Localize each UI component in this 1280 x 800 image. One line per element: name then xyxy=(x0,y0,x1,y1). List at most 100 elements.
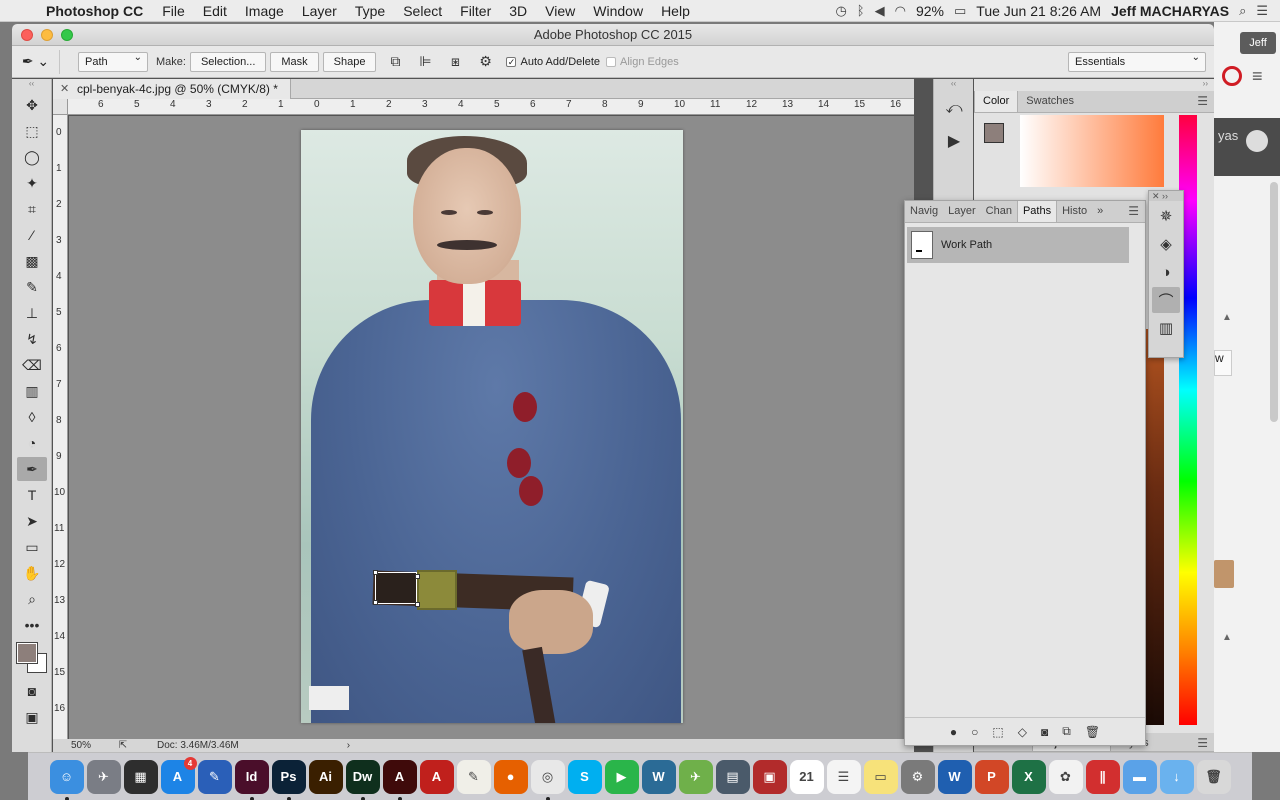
notification-center-icon[interactable]: ☰ xyxy=(1256,3,1268,19)
tab-history[interactable]: Histo xyxy=(1057,201,1092,222)
dock-facetime-icon[interactable]: ▶ xyxy=(604,759,639,794)
make-shape-button[interactable]: Shape xyxy=(322,51,377,72)
load-selection-icon[interactable]: ⬚ xyxy=(992,725,1003,739)
minimize-window-button[interactable] xyxy=(41,29,53,41)
path-anchor-point[interactable] xyxy=(415,574,420,579)
crop-tool-icon[interactable]: ⌗ xyxy=(17,197,47,221)
dock-skype-icon[interactable]: S xyxy=(567,759,602,794)
magic-wand-tool-icon[interactable]: ✦ xyxy=(17,171,47,195)
dock-chrome-icon[interactable]: ◎ xyxy=(530,759,565,800)
path-alignment-icon[interactable]: ⊫ xyxy=(410,53,440,70)
tab-paths[interactable]: Paths xyxy=(1016,201,1058,222)
dodge-tool-icon[interactable]: ◔ xyxy=(17,431,47,455)
document-image[interactable] xyxy=(301,130,683,723)
app-name-menu[interactable]: Photoshop CC xyxy=(40,3,153,19)
quick-mask-icon[interactable]: ◙ xyxy=(17,679,47,703)
tab-channels[interactable]: Chan xyxy=(981,201,1017,222)
dock-trash-icon[interactable]: 🗑 xyxy=(1196,759,1231,794)
dock-photos-icon[interactable]: ✿ xyxy=(1048,759,1083,794)
pen-mode-select[interactable]: Path xyxy=(78,51,148,72)
time-machine-icon[interactable]: ◷ xyxy=(835,3,846,19)
type-tool-icon[interactable]: T xyxy=(17,483,47,507)
layers-panel-icon[interactable]: ◈ xyxy=(1152,231,1180,257)
tool-preset-pen-icon[interactable]: ✒ ⌄ xyxy=(12,49,60,74)
screen-mode-icon[interactable]: ▣ xyxy=(17,705,47,729)
dock-launchpad-icon[interactable]: ✈ xyxy=(86,759,121,794)
battery-percent[interactable]: 92% xyxy=(916,3,944,19)
marquee-tool-icon[interactable]: ⬚ xyxy=(17,119,47,143)
profile-button[interactable]: Jeff xyxy=(1240,32,1276,54)
bluetooth-icon[interactable]: ᛒ xyxy=(857,3,865,18)
path-selection-tool-icon[interactable]: ➤ xyxy=(17,509,47,533)
menu-select[interactable]: Select xyxy=(394,3,451,19)
make-mask-button[interactable]: Mask xyxy=(270,51,319,72)
path-anchor-point[interactable] xyxy=(373,570,378,575)
dock-applications-icon[interactable]: ▬ xyxy=(1122,759,1157,794)
move-tool-icon[interactable]: ✥ xyxy=(17,93,47,117)
foreground-color-swatch[interactable] xyxy=(16,642,38,664)
brush-tool-icon[interactable]: ✎ xyxy=(17,275,47,299)
vertical-ruler[interactable]: 0 1 2 3 4 5 6 7 8 9 10 11 12 13 14 15 16 xyxy=(53,115,68,739)
path-operations-icon[interactable]: ⧉ xyxy=(380,53,410,70)
bottom-panel-menu-icon[interactable]: ☰ xyxy=(1197,736,1208,750)
more-tools-icon[interactable]: ••• xyxy=(17,613,47,637)
path-arrangement-icon[interactable]: ⧆ xyxy=(440,53,470,70)
tab-swatches[interactable]: Swatches xyxy=(1018,91,1082,112)
dock-notes-icon[interactable]: ▭ xyxy=(863,759,898,794)
shape-tool-icon[interactable]: ▭ xyxy=(17,535,47,559)
align-edges-checkbox[interactable]: Align Edges xyxy=(606,56,679,68)
close-document-icon[interactable]: ✕ xyxy=(60,82,69,95)
tab-navigator[interactable]: Navig xyxy=(905,201,943,222)
menu-help[interactable]: Help xyxy=(652,3,699,19)
floating-panel-header[interactable]: ✕ ›› xyxy=(1149,191,1183,201)
collapse-chevron-icon[interactable]: ▲ xyxy=(1222,312,1232,323)
dock-photo-booth-2-icon[interactable]: ▣ xyxy=(752,759,787,794)
fill-path-icon[interactable]: ● xyxy=(950,725,957,739)
settings-gear-icon[interactable]: ⚙ xyxy=(470,53,500,70)
work-path-outline[interactable] xyxy=(375,572,417,604)
person-icon[interactable] xyxy=(1246,130,1268,152)
document-tab[interactable]: ✕ cpl-benyak-4c.jpg @ 50% (CMYK/8) * xyxy=(53,79,291,99)
dock-photoshop-icon[interactable]: Ps xyxy=(271,759,306,800)
dock-word-icon[interactable]: W xyxy=(937,759,972,794)
paths-panel-icon[interactable]: ⌒ xyxy=(1152,287,1180,313)
user-menu[interactable]: Jeff MACHARYAS xyxy=(1111,3,1229,19)
dock-photo-booth-icon[interactable]: ▦ xyxy=(123,759,158,794)
doc-size[interactable]: Doc: 3.46M/3.46M xyxy=(143,740,239,751)
strip-grip[interactable]: ‹‹ xyxy=(934,79,973,91)
dock-acrobat-reader-icon[interactable]: A xyxy=(419,759,454,794)
zoom-tool-icon[interactable]: ⌕ xyxy=(17,587,47,611)
lasso-tool-icon[interactable]: ◯ xyxy=(17,145,47,169)
dock-illustrator-icon[interactable]: Ai xyxy=(308,759,343,794)
gradient-tool-icon[interactable]: ▥ xyxy=(17,379,47,403)
menu-layer[interactable]: Layer xyxy=(293,3,346,19)
make-work-path-icon[interactable]: ◇ xyxy=(1018,725,1027,739)
hand-tool-icon[interactable]: ✋ xyxy=(17,561,47,585)
auto-add-delete-checkbox[interactable]: ✓ Auto Add/Delete xyxy=(506,56,600,68)
channels-panel-icon[interactable]: ◑ xyxy=(1152,259,1180,285)
menu-edit[interactable]: Edit xyxy=(194,3,236,19)
dock-firefox-icon[interactable]: ● xyxy=(493,759,528,794)
spotlight-search-icon[interactable]: ⌕ xyxy=(1239,3,1246,19)
dock-textedit-icon[interactable]: ✎ xyxy=(456,759,491,794)
browser-menu-icon[interactable]: ≡ xyxy=(1252,66,1263,87)
opera-icon[interactable] xyxy=(1222,66,1242,86)
eyedropper-tool-icon[interactable]: ⁄ xyxy=(17,223,47,247)
clock[interactable]: Tue Jun 21 8:26 AM xyxy=(976,3,1101,19)
delete-path-icon[interactable]: 🗑 xyxy=(1085,725,1100,739)
menu-type[interactable]: Type xyxy=(346,3,394,19)
dock-dreamweaver-icon[interactable]: Dw xyxy=(345,759,380,800)
tab-layers[interactable]: Layer xyxy=(943,201,981,222)
toolbox-grip[interactable]: ‹‹ xyxy=(12,79,51,91)
collapse-chevron-icon-2[interactable]: ▲ xyxy=(1222,632,1232,643)
color-ramp[interactable] xyxy=(1020,115,1164,187)
history-panel-icon[interactable]: ⤺ xyxy=(939,95,969,123)
clone-stamp-tool-icon[interactable]: ⊥ xyxy=(17,301,47,325)
browser-scrollbar[interactable] xyxy=(1270,182,1278,422)
battery-icon[interactable]: ▭ xyxy=(954,3,966,19)
navigator-panel-icon[interactable]: ✵ xyxy=(1152,203,1180,229)
dock-calendar-icon[interactable]: 21 xyxy=(789,759,824,794)
dock-parallels-icon[interactable]: ∥ xyxy=(1085,759,1120,794)
path-anchor-point[interactable] xyxy=(415,602,420,607)
export-icon[interactable]: ⇱ xyxy=(103,740,143,751)
